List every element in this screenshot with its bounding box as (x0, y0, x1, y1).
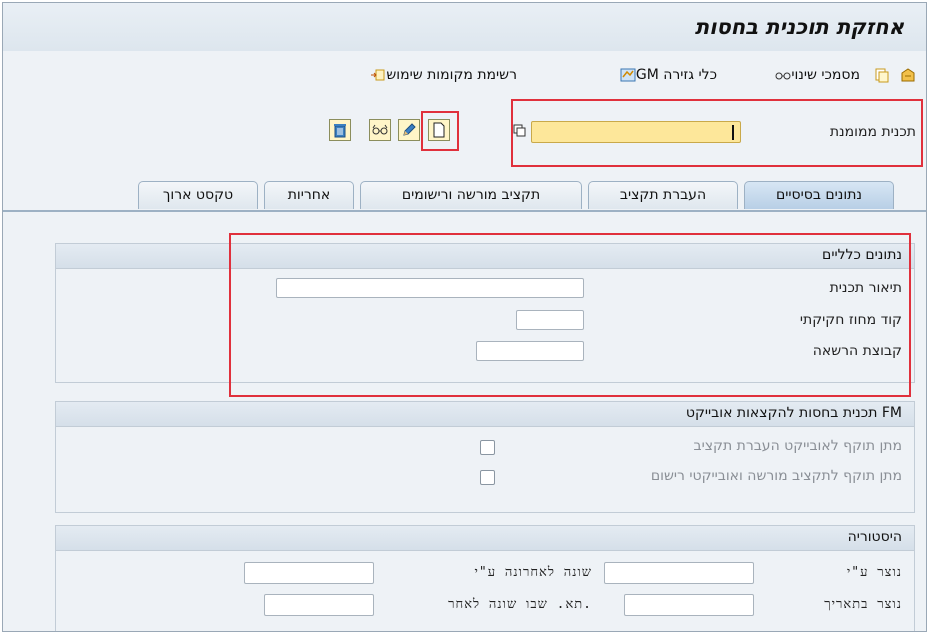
toolbar-item-gm-derivation[interactable]: GM כלי גזירה (620, 65, 721, 85)
glasses-icon (372, 124, 388, 135)
last-changed-on-input[interactable] (264, 594, 374, 616)
switch-object-icon (901, 68, 915, 82)
created-on-label: נוצר בתאריך (824, 597, 902, 612)
tab-authorized-budget[interactable]: תקציב מורשה ורישומים (360, 181, 582, 209)
history-group: היסטוריה נוצר ע"י שונה לאחרונה ע"י נוצר … (55, 525, 915, 631)
history-title: היסטוריה (847, 529, 902, 545)
created-by-input[interactable] (604, 562, 754, 584)
fm-objects-header: תכנית בחסות להקצאות אובייקט FM (56, 402, 914, 427)
derivation-tool-icon (620, 68, 636, 82)
highlight-create-button (421, 111, 459, 151)
created-by-label: נוצר ע"י (846, 565, 902, 580)
last-changed-by-label: שונה לאחרונה ע"י (474, 565, 592, 580)
tab-budget-transfer[interactable]: העברת תקציב (588, 181, 738, 209)
created-on-input[interactable] (624, 594, 754, 616)
toolbar-item-where-used-list[interactable]: רשימת מקומות שימוש (370, 65, 521, 85)
highlight-general-data (229, 233, 911, 397)
sap-window: אחזקת תוכנית בחסות מסמכי שינוי GM כלי גז… (2, 2, 927, 632)
change-button[interactable] (398, 119, 420, 141)
tab-underline (3, 210, 926, 212)
pencil-icon (403, 123, 416, 136)
validate-authorized-budget-checkbox[interactable] (480, 470, 495, 485)
toolbar-item-other-object[interactable] (900, 65, 916, 85)
last-changed-by-input[interactable] (244, 562, 374, 584)
delete-button[interactable] (329, 119, 351, 141)
page-title: אחזקת תוכנית בחסות (694, 15, 904, 39)
validate-budget-transfer-label: מתן תוקף לאובייקט העברת תקציב (693, 438, 903, 454)
tab-strip: נתונים בסיסיים העברת תקציב תקציב מורשה ו… (3, 181, 926, 211)
tab-responsibility[interactable]: אחריות (264, 181, 354, 209)
last-changed-on-label: תא. שבו שונה לאחר. (448, 597, 592, 612)
glasses-icon (775, 72, 791, 80)
tab-basic-data[interactable]: נתונים בסיסיים (744, 181, 894, 209)
history-header: היסטוריה (56, 526, 914, 551)
highlight-program-field (511, 99, 923, 167)
toolbar-label-where-used-list: רשימת מקומות שימוש (386, 67, 517, 83)
where-used-list-icon (371, 69, 385, 81)
fm-objects-title: תכנית בחסות להקצאות אובייקט FM (685, 405, 902, 421)
title-bar: אחזקת תוכנית בחסות (3, 3, 926, 52)
toolbar-item-change-documents[interactable]: מסמכי שינוי (775, 65, 864, 85)
application-toolbar: מסמכי שינוי GM כלי גזירה רשימת מקומות שי… (3, 51, 926, 99)
validate-authorized-budget-label: מתן תוקף לתקציב מורשה ואובייקטי רישום (650, 468, 902, 484)
tab-long-text[interactable]: טקסט ארוך (138, 181, 258, 209)
toolbar-item-copy[interactable] (874, 65, 890, 85)
toolbar-label-gm-derivation: GM כלי גזירה (635, 67, 717, 83)
toolbar-label-change-documents: מסמכי שינוי (791, 67, 860, 83)
fm-objects-group: תכנית בחסות להקצאות אובייקט FM מתן תוקף … (55, 401, 915, 513)
copy-document-icon (875, 68, 889, 83)
display-button[interactable] (369, 119, 391, 141)
trash-icon (334, 124, 346, 138)
validate-budget-transfer-checkbox[interactable] (480, 440, 495, 455)
